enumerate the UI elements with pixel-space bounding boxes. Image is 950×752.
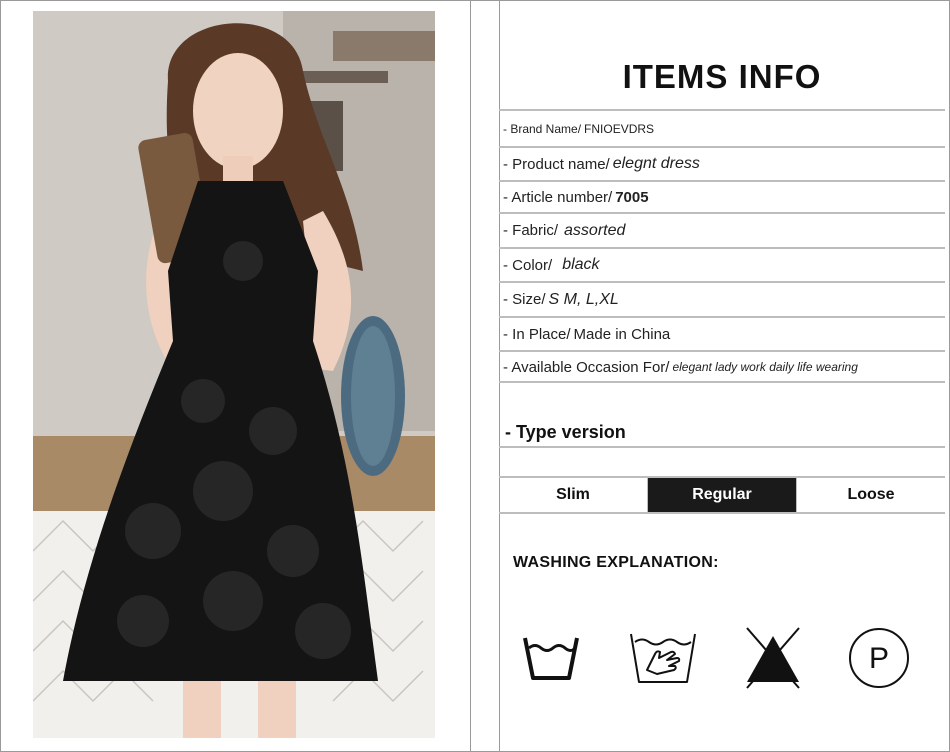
spec-value: 7005 [615, 188, 649, 206]
spec-row-size: - Size/ S M, L,XL [499, 281, 945, 316]
type-version-title: - Type version [505, 422, 626, 442]
spec-label: - Product name/ [503, 155, 610, 173]
spec-value: black [562, 256, 600, 273]
type-option-regular[interactable]: Regular [647, 478, 797, 512]
spec-row-color: - Color/ black [499, 247, 945, 281]
spec-row-place: - In Place/ Made in China [499, 316, 945, 350]
dry-clean-p-icon: P [849, 628, 909, 688]
spec-value: FNIOEVDRS [584, 121, 655, 136]
type-version-options: Slim Regular Loose [499, 476, 945, 514]
product-photo-illustration [33, 11, 435, 738]
type-option-loose[interactable]: Loose [797, 478, 945, 512]
spec-row-brand: - Brand Name/ FNIOEVDRS [499, 109, 945, 146]
spec-label: - Size/ [503, 291, 546, 308]
spec-label: - In Place/ [503, 325, 571, 343]
divider [499, 446, 945, 448]
spec-label: - Color/ [503, 256, 553, 274]
spec-label: - Article number/ [503, 188, 613, 206]
product-photo [33, 11, 435, 738]
do-not-bleach-icon [746, 627, 800, 689]
spec-row-occasion: - Available Occasion For/ elegant lady w… [499, 350, 945, 382]
dry-clean-letter: P [869, 642, 889, 675]
spec-value: elegant lady work daily life wearing [672, 360, 858, 374]
spec-row-fabric: - Fabric/ assorted [499, 212, 945, 247]
washing-title: WASHING EXPLANATION: [513, 554, 719, 571]
items-info-panel: ITEMS INFO - Brand Name/ FNIOEVDRS - Pro… [499, 0, 945, 752]
hand-wash-icon [630, 633, 696, 683]
spec-label: - Brand Name/ [503, 121, 582, 136]
type-option-slim[interactable]: Slim [499, 478, 647, 512]
machine-wash-icon [523, 637, 579, 680]
spec-value: elegnt dress [612, 155, 700, 172]
spec-value: S M, L,XL [548, 290, 619, 308]
spec-row-product-name: - Product name/ elegnt dress [499, 146, 945, 180]
spec-row-article-number: - Article number/ 7005 [499, 180, 945, 212]
spec-label: - Available Occasion For/ [503, 358, 670, 376]
page-title: ITEMS INFO [622, 58, 822, 95]
spec-value: Made in China [573, 325, 671, 343]
spec-label: - Fabric/ [503, 222, 559, 239]
divider [499, 381, 945, 383]
spec-value: assorted [564, 221, 626, 239]
divider-left [470, 0, 471, 752]
